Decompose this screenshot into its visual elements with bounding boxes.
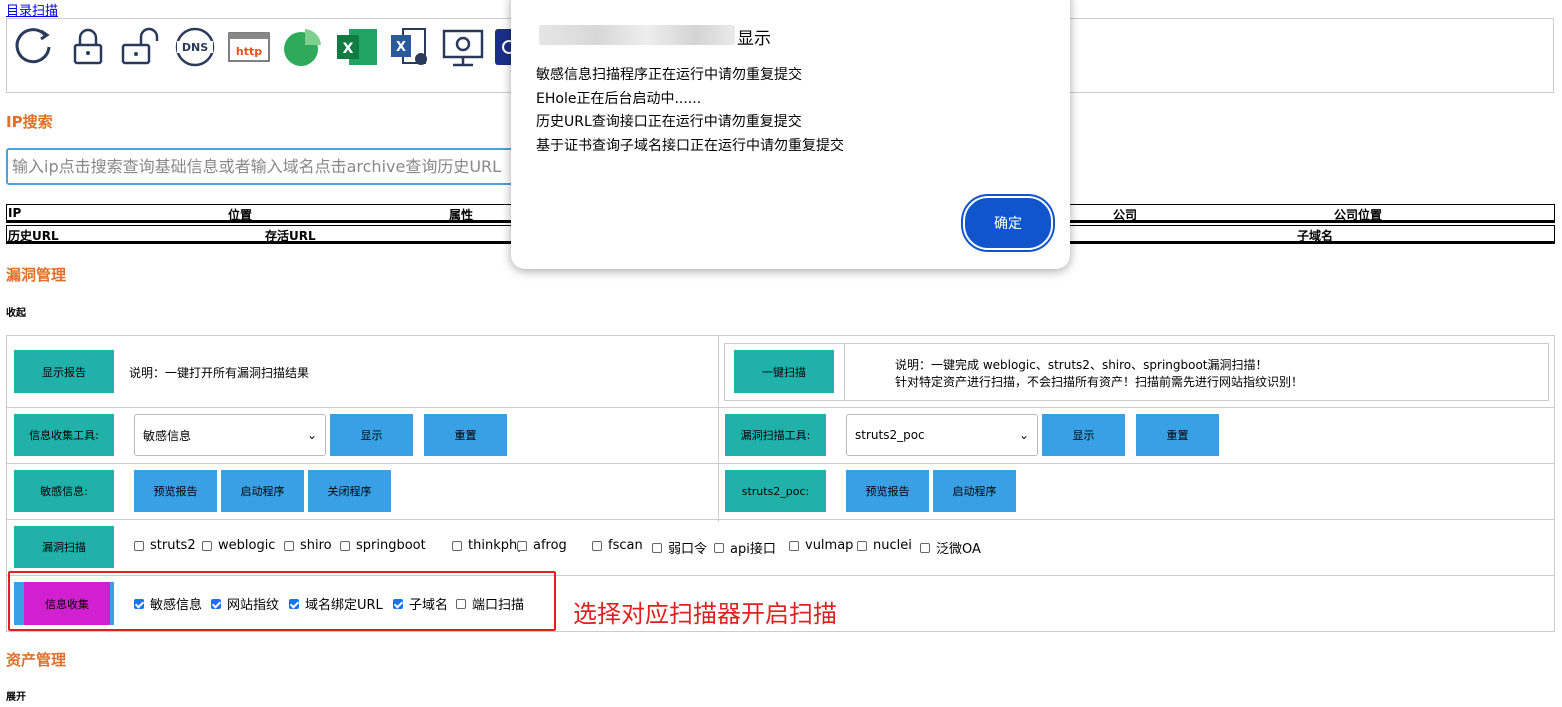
- one-key-scan-button[interactable]: 一键扫描: [734, 350, 834, 393]
- collapse-toggle[interactable]: 收起: [6, 304, 26, 319]
- show-report-button[interactable]: 显示报告: [14, 350, 114, 393]
- excel-export-icon[interactable]: X: [389, 25, 433, 69]
- checkbox-option[interactable]: nuclei: [857, 538, 912, 553]
- checkbox-label: springboot: [356, 538, 426, 553]
- sensitive-preview-button[interactable]: 预览报告: [134, 470, 217, 512]
- sensitive-start-button[interactable]: 启动程序: [221, 470, 304, 512]
- vuln-scan-button[interactable]: 漏洞扫描: [14, 526, 114, 568]
- ip-search-title: IP搜索: [6, 113, 53, 131]
- vuln-show-button[interactable]: 显示: [1042, 414, 1125, 456]
- expand-toggle[interactable]: 展开: [6, 688, 26, 703]
- checkbox-option[interactable]: vulmap: [789, 538, 853, 553]
- checkbox-option[interactable]: weblogic: [202, 538, 275, 553]
- checkbox-unchecked-icon[interactable]: [857, 540, 867, 551]
- dialog-ok-button[interactable]: 确定: [963, 196, 1053, 250]
- struts2-preview-button[interactable]: 预览报告: [846, 470, 929, 512]
- dialog-message-line: 敏感信息扫描程序正在运行中请勿重复提交: [536, 67, 802, 83]
- checkbox-unchecked-icon[interactable]: [714, 542, 724, 553]
- svg-text:DNS: DNS: [182, 41, 208, 54]
- info-show-button[interactable]: 显示: [330, 414, 413, 456]
- vuln-tool-label: 漏洞扫描工具:: [725, 414, 826, 456]
- checkbox-label: weblogic: [218, 538, 276, 553]
- chevron-down-icon: ⌄: [306, 428, 317, 442]
- checkbox-unchecked-icon[interactable]: [517, 540, 527, 551]
- checkbox-label: api接口: [730, 542, 776, 557]
- checkbox-unchecked-icon[interactable]: [920, 542, 930, 553]
- dialog-message-line: EHole正在后台启动中......: [536, 91, 702, 107]
- svg-text:X: X: [396, 40, 406, 55]
- checkbox-unchecked-icon[interactable]: [452, 540, 462, 551]
- annotation-text: 选择对应扫描器开启扫描: [573, 600, 837, 628]
- monitor-settings-icon[interactable]: [441, 25, 485, 69]
- checkbox-unchecked-icon[interactable]: [340, 540, 350, 551]
- col-location: 位置: [228, 208, 253, 222]
- checkbox-label: afrog: [533, 538, 567, 553]
- checkbox-option[interactable]: struts2: [134, 538, 196, 553]
- vuln-reset-button[interactable]: 重置: [1136, 414, 1219, 456]
- chevron-down-icon: ⌄: [1018, 428, 1029, 442]
- checkbox-label: 泛微OA: [936, 542, 981, 557]
- refresh-icon[interactable]: [13, 25, 57, 69]
- unlock-icon[interactable]: [67, 25, 111, 69]
- checkbox-label: nuclei: [873, 538, 912, 553]
- col-company-location: 公司位置: [1334, 208, 1383, 222]
- struts2-start-button[interactable]: 启动程序: [933, 470, 1016, 512]
- checkbox-option[interactable]: 泛微OA: [920, 538, 981, 557]
- http-icon[interactable]: http: [227, 25, 271, 69]
- col-alive-url: 存活URL: [265, 229, 316, 243]
- col-attribute: 属性: [449, 208, 474, 222]
- checkbox-unchecked-icon[interactable]: [789, 540, 799, 551]
- checkbox-option[interactable]: shiro: [284, 538, 332, 553]
- checkbox-option[interactable]: fscan: [592, 538, 643, 553]
- checkbox-option[interactable]: 弱口令: [652, 538, 707, 557]
- sensitive-info-label: 敏感信息:: [14, 470, 114, 512]
- dialog-title: 显示: [737, 29, 771, 49]
- vuln-mgmt-title: 漏洞管理: [6, 266, 67, 284]
- checkbox-label: shiro: [300, 538, 332, 553]
- one-key-desc-2: 针对特定资产进行扫描，不会扫描所有资产！扫描前需先进行网站指纹识别！: [895, 375, 1304, 389]
- info-tool-label: 信息收集工具:: [14, 414, 114, 456]
- alert-dialog: 显示 敏感信息扫描程序正在运行中请勿重复提交 EHole正在后台启动中.....…: [511, 0, 1070, 269]
- svg-text:X: X: [343, 41, 354, 57]
- asset-mgmt-title: 资产管理: [6, 651, 67, 669]
- checkbox-unchecked-icon[interactable]: [652, 542, 662, 553]
- vuln-tool-select[interactable]: struts2_poc ⌄: [846, 414, 1038, 456]
- checkbox-label: vulmap: [805, 538, 854, 553]
- excel-icon[interactable]: X: [335, 25, 379, 69]
- struts2-poc-label: struts2_poc:: [725, 470, 826, 512]
- col-history-url: 历史URL: [8, 229, 59, 243]
- checkbox-option[interactable]: thinkphp: [452, 538, 525, 553]
- ip-search-input[interactable]: [6, 148, 526, 185]
- annotation-box: [8, 571, 556, 631]
- sensitive-close-button[interactable]: 关闭程序: [308, 470, 391, 512]
- info-reset-button[interactable]: 重置: [424, 414, 507, 456]
- checkbox-unchecked-icon[interactable]: [592, 540, 602, 551]
- dir-scan-link[interactable]: 目录扫描: [6, 0, 58, 19]
- col-subdomain: 子域名: [1297, 229, 1334, 243]
- svg-text:http: http: [236, 45, 262, 58]
- checkbox-unchecked-icon[interactable]: [134, 540, 144, 551]
- dialog-message-line: 基于证书查询子域名接口正在运行中请勿重复提交: [536, 138, 844, 154]
- checkbox-option[interactable]: afrog: [517, 538, 567, 553]
- one-key-desc-1: 说明：一键完成 weblogic、struts2、shiro、springboo…: [895, 358, 1268, 372]
- pie-chart-icon[interactable]: [281, 25, 325, 69]
- lock-open-icon[interactable]: [119, 25, 163, 69]
- col-ip: IP: [8, 206, 22, 220]
- checkbox-option[interactable]: springboot: [340, 538, 426, 553]
- col-company: 公司: [1113, 208, 1138, 222]
- dns-icon[interactable]: DNS: [173, 25, 217, 69]
- checkbox-label: 弱口令: [668, 542, 708, 557]
- dialog-message-line: 历史URL查询接口正在运行中请勿重复提交: [536, 114, 802, 130]
- show-report-desc: 说明：一键打开所有漏洞扫描结果: [129, 366, 310, 380]
- checkbox-option[interactable]: api接口: [714, 538, 776, 557]
- checkbox-unchecked-icon[interactable]: [202, 540, 212, 551]
- dialog-origin-redacted: [539, 25, 735, 45]
- info-tool-select[interactable]: 敏感信息 ⌄: [134, 414, 326, 456]
- checkbox-unchecked-icon[interactable]: [284, 540, 294, 551]
- checkbox-label: fscan: [608, 538, 643, 553]
- checkbox-label: struts2: [150, 538, 196, 553]
